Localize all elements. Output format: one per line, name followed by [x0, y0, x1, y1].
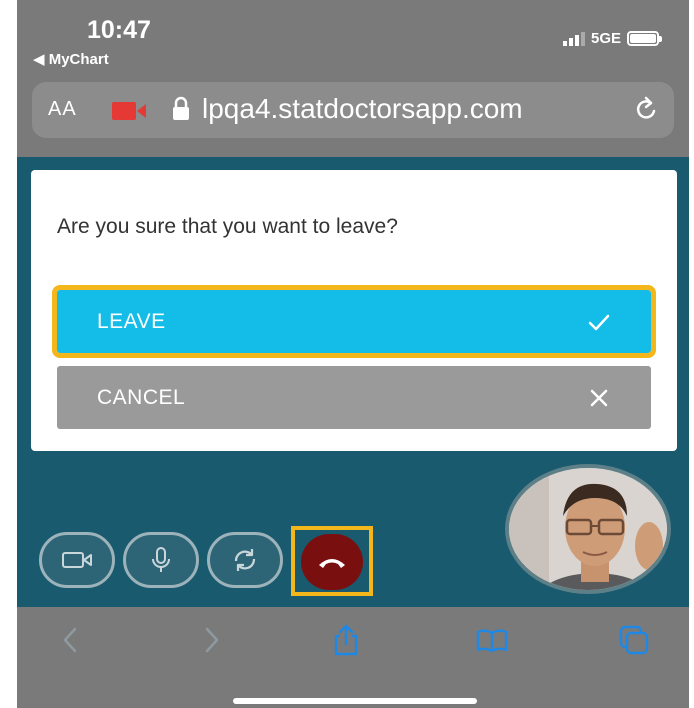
url-text[interactable]: lpqa4.statdoctorsapp.com	[202, 93, 523, 125]
reload-icon[interactable]	[630, 94, 662, 126]
check-icon	[588, 314, 610, 330]
leave-confirmation-dialog: Are you sure that you want to leave? LEA…	[31, 170, 677, 451]
network-type: 5GE	[590, 30, 621, 47]
battery-icon	[627, 31, 662, 46]
signal-icon	[562, 31, 585, 46]
cancel-button[interactable]: CANCEL	[57, 366, 651, 429]
close-icon	[590, 389, 608, 406]
hang-up-highlight	[291, 526, 373, 596]
recording-camera-icon	[112, 102, 146, 120]
home-indicator[interactable]	[233, 698, 477, 704]
cancel-button-label: CANCEL	[97, 385, 186, 409]
video-call-area: Are you sure that you want to leave? LEA…	[17, 157, 689, 607]
video-camera-icon	[62, 552, 92, 568]
person-avatar	[509, 468, 667, 590]
phone-screen: 10:47 ◀ MyChart 5GE AA lpqa4.statdoctors…	[17, 0, 689, 708]
status-time: 10:47	[87, 16, 151, 44]
forward-icon[interactable]	[193, 623, 227, 657]
toggle-microphone-button[interactable]	[123, 532, 199, 588]
switch-camera-icon	[234, 549, 256, 571]
lock-icon	[173, 96, 189, 120]
browser-toolbar	[17, 607, 689, 708]
dialog-question: Are you sure that you want to leave?	[57, 215, 398, 238]
status-indicators: 5GE	[562, 30, 662, 47]
text-size-button[interactable]: AA	[48, 98, 77, 121]
back-icon[interactable]	[55, 623, 89, 657]
leave-button[interactable]: LEAVE	[52, 285, 656, 358]
leave-button-label: LEAVE	[97, 309, 166, 333]
hang-up-button[interactable]	[301, 534, 363, 590]
back-to-app-link[interactable]: ◀ MyChart	[33, 50, 109, 68]
address-bar[interactable]: AA lpqa4.statdoctorsapp.com	[32, 82, 674, 138]
self-video-preview	[505, 464, 671, 594]
switch-camera-button[interactable]	[207, 532, 283, 588]
tabs-icon[interactable]	[617, 623, 651, 657]
hang-up-icon	[319, 559, 345, 568]
bookmarks-icon[interactable]	[475, 623, 509, 657]
toggle-camera-button[interactable]	[39, 532, 115, 588]
share-icon[interactable]	[329, 623, 363, 657]
microphone-icon	[152, 547, 170, 572]
